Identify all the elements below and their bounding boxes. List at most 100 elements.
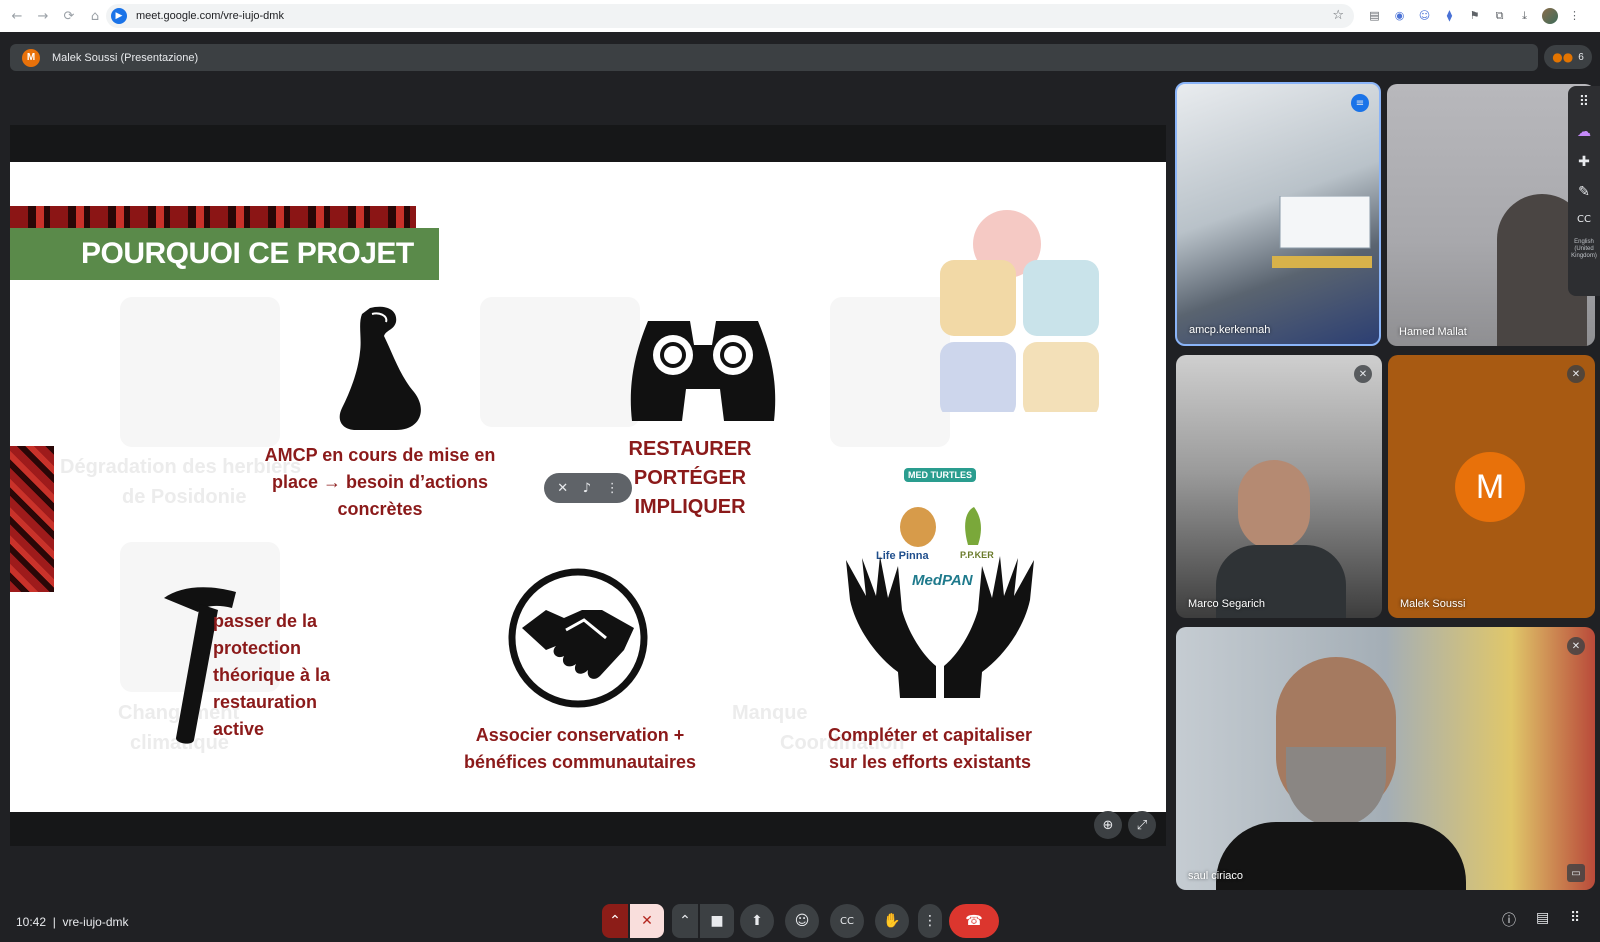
extension-icon[interactable]: ⚑: [1466, 7, 1483, 24]
ghost-text: de Posidonie: [122, 486, 247, 508]
decorative-pattern: [10, 446, 54, 592]
binoculars-icon: [630, 321, 776, 421]
fullscreen-button[interactable]: ⤢: [1128, 811, 1156, 839]
text-line: place → besoin d’actions: [271, 472, 489, 492]
presentation-letterbox-bottom: [10, 812, 1166, 846]
home-icon[interactable]: ⌂: [84, 5, 106, 27]
item-text-handshake: Associer conservation + bénéfices commun…: [440, 722, 720, 776]
reload-icon[interactable]: ⟳: [58, 5, 80, 27]
text-line: théorique à la: [213, 665, 331, 685]
presentation-banner: M Malek Soussi (Presentazione): [10, 44, 1538, 71]
ghost-text: Manque: [732, 702, 808, 724]
text-line: RESTAURER: [628, 438, 752, 460]
ghost-image: [120, 297, 280, 447]
tab-search-icon[interactable]: ▤: [1366, 7, 1383, 24]
extensions-area: ▤ ◉ ☺ ⧫ ⚑ ⧉ ⤓ ⋮: [1366, 7, 1583, 24]
extension-icon[interactable]: ☺: [1416, 7, 1433, 24]
time-text: 10:42: [16, 915, 47, 929]
participant-beard: [1286, 747, 1386, 827]
hands-logos-icon: [846, 556, 1034, 698]
text-line: protection: [213, 638, 301, 658]
video-options-button[interactable]: ⌃: [672, 904, 698, 938]
browser-menu-icon[interactable]: ⋮: [1566, 7, 1583, 24]
activities-icon[interactable]: ⠿: [1570, 910, 1580, 926]
extensions-puzzle-icon[interactable]: ⧉: [1491, 7, 1508, 24]
meeting-code: vre-iujo-dmk: [62, 915, 129, 929]
text-line: passer de la: [213, 611, 318, 631]
extension-icon[interactable]: ◉: [1391, 7, 1408, 24]
camera-toggle-button[interactable]: ■: [700, 904, 734, 938]
video-scene-icon: [1272, 196, 1372, 268]
forward-icon[interactable]: →: [32, 5, 54, 27]
captions-icon[interactable]: CC: [1577, 214, 1591, 225]
url-text[interactable]: meet.google.com/vre-iujo-dmk: [136, 10, 284, 22]
participants-count: 6: [1578, 51, 1584, 63]
participant-name: saul ciriaco: [1188, 870, 1244, 882]
presenter-avatar: M: [22, 48, 40, 67]
participant-name: Marco Segarich: [1188, 598, 1266, 610]
more-options-button[interactable]: ⋮: [918, 904, 942, 938]
participant-tile[interactable]: ✕ Marco Segarich: [1176, 355, 1382, 618]
item-text-hands: Compléter et capitaliser sur les efforts…: [800, 722, 1060, 776]
med-turtles-logo: MED TURTLES: [904, 468, 976, 482]
participant-tile[interactable]: ≡ amcp.kerkennah: [1175, 82, 1381, 346]
captions-button[interactable]: CC: [830, 904, 864, 938]
profile-photo: [1541, 7, 1558, 24]
zoom-icon: ⊕: [1102, 817, 1114, 833]
reactions-button[interactable]: ☺: [785, 904, 819, 938]
caption-language[interactable]: English (United Kingdom): [1568, 239, 1600, 260]
text-line: concrètes: [337, 499, 423, 519]
zoom-button[interactable]: ⊕: [1094, 811, 1122, 839]
chevron-up-icon: ⌃: [609, 913, 621, 929]
raise-hand-button[interactable]: ✋: [875, 904, 909, 938]
speaking-indicator-icon: ≡: [1351, 94, 1369, 112]
slide-title-bar: POURQUOI CE PROJET: [10, 228, 439, 280]
text-line: Associer conservation +: [475, 725, 685, 745]
meet-site-icon: ▶: [111, 8, 127, 24]
picture-in-picture-icon[interactable]: ▭: [1567, 864, 1585, 882]
volume-icon[interactable]: ♪: [583, 481, 591, 496]
meeting-info-icon[interactable]: ⓘ: [1502, 910, 1516, 930]
chat-bubble-icon[interactable]: ✚: [1578, 154, 1590, 170]
back-icon[interactable]: ←: [6, 5, 28, 27]
participant-tile[interactable]: ✕ ▭ saul ciriaco: [1176, 627, 1595, 890]
mute-presentation-icon[interactable]: ✕: [557, 481, 568, 496]
microphone-toggle-button[interactable]: ✕: [630, 904, 664, 938]
bookmark-star-icon[interactable]: ☆: [1332, 8, 1344, 23]
extension-icon[interactable]: ⧫: [1441, 7, 1458, 24]
participant-tile[interactable]: M ✕ Malek Soussi: [1388, 355, 1595, 618]
slide-title: POURQUOI CE PROJET: [81, 237, 414, 270]
participants-button[interactable]: ●● 6: [1544, 45, 1592, 69]
text-line: restauration: [213, 692, 318, 712]
browser-toolbar: ← → ⟳ ⌂ ▶ meet.google.com/vre-iujo-dmk ☆…: [0, 0, 1600, 32]
audio-options-button[interactable]: ⌃: [602, 904, 628, 938]
participant-tile[interactable]: Hamed Mallat: [1387, 84, 1595, 346]
profile-avatar[interactable]: [1541, 7, 1558, 24]
expand-icon: ⤢: [1136, 817, 1148, 833]
ghost-image: [480, 297, 640, 427]
participant-body: [1216, 822, 1466, 890]
mic-off-icon: ✕: [641, 913, 653, 929]
chat-icon[interactable]: ▤: [1536, 910, 1549, 926]
gemini-notes-icon[interactable]: ☁: [1577, 124, 1591, 140]
participant-name: amcp.kerkennah: [1189, 324, 1271, 336]
muted-mic-icon: ✕: [1567, 637, 1585, 655]
text-line: AMCP en cours de mise en: [264, 445, 496, 465]
hand-icon: ✋: [883, 913, 901, 929]
present-button[interactable]: ⬆: [740, 904, 774, 938]
participant-name: Hamed Mallat: [1399, 326, 1467, 338]
apps-grid-icon[interactable]: ⠿: [1579, 94, 1589, 110]
presentation-title: Malek Soussi (Presentazione): [52, 51, 199, 64]
more-vert-icon: ⋮: [923, 913, 937, 929]
text-line: active: [213, 719, 265, 739]
presentation-float-controls: ✕ ♪ ⋮: [544, 473, 632, 503]
more-options-icon[interactable]: ⋮: [606, 481, 619, 496]
downloads-icon[interactable]: ⤓: [1516, 7, 1533, 24]
camera-icon: ■: [710, 913, 724, 929]
decorative-pattern: [10, 206, 416, 228]
flexed-arm-icon: [339, 306, 421, 430]
leave-call-button[interactable]: ☎: [949, 904, 999, 938]
muted-mic-icon: ✕: [1567, 365, 1585, 383]
pen-icon[interactable]: ✎: [1578, 184, 1590, 200]
address-bar[interactable]: ▶ meet.google.com/vre-iujo-dmk ☆: [106, 4, 1354, 28]
